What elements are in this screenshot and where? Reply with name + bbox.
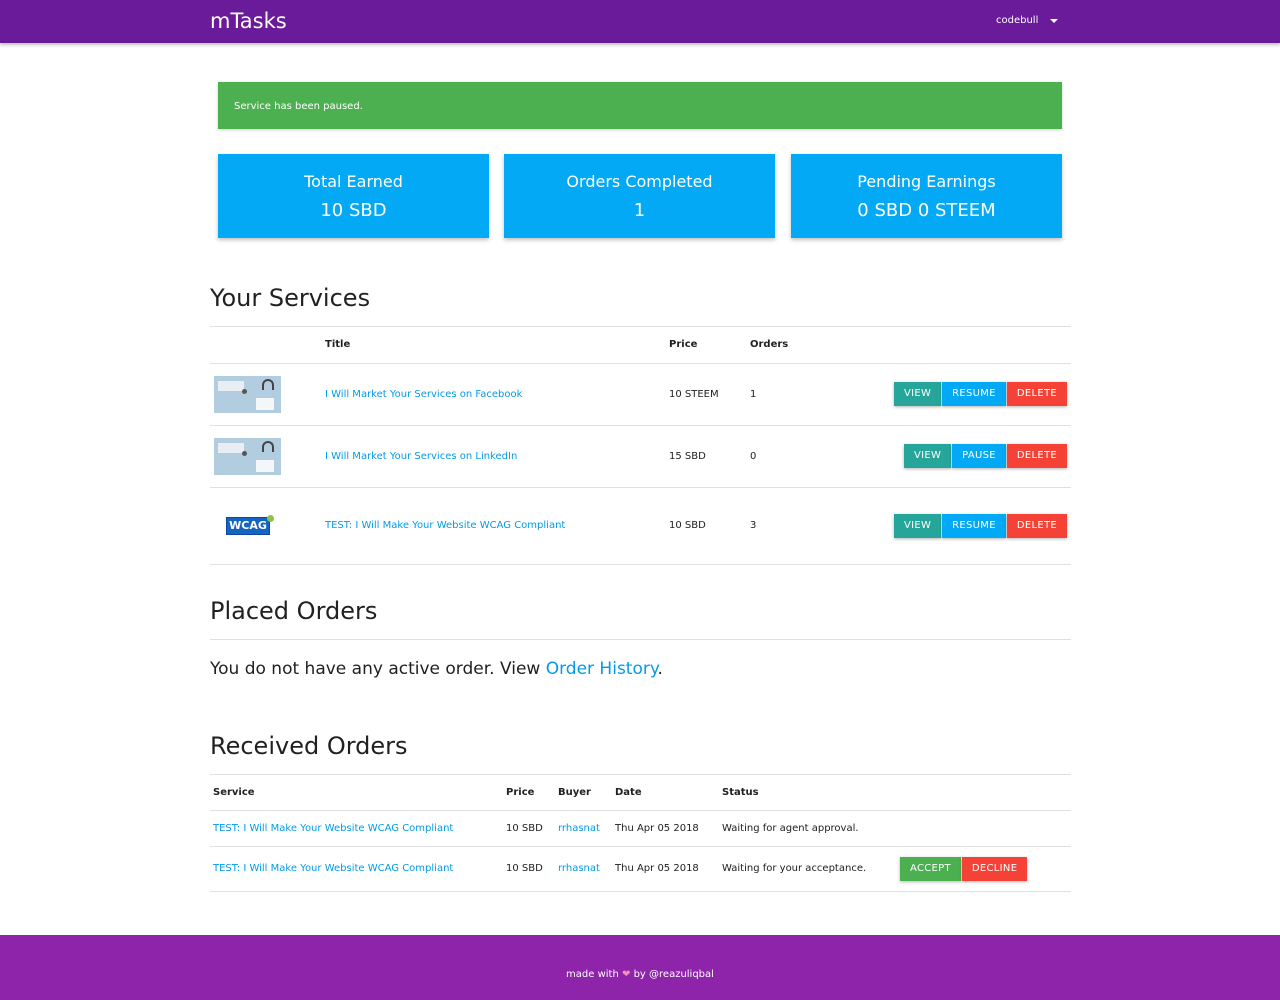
price-column-header: Price [669, 327, 750, 364]
table-row: TEST: I Will Make Your Website WCAG Comp… [210, 810, 1071, 847]
stat-card-orders-completed: Orders Completed 1 [504, 154, 775, 238]
table-row: TEST: I Will Make Your Website WCAG Comp… [210, 846, 1071, 892]
stat-card-total-earned: Total Earned 10 SBD [218, 154, 489, 238]
service-orders-count: 0 [750, 425, 830, 488]
no-active-orders-message: You do not have any active order. View O… [210, 659, 663, 679]
order-service-cell: TEST: I Will Make Your Website WCAG Comp… [210, 846, 506, 892]
username-label: codebull [996, 15, 1039, 26]
top-navbar: mTasks codebull [0, 0, 1280, 43]
orders-column-header: Orders [750, 327, 830, 364]
buyer-column-header: Buyer [558, 775, 615, 811]
caret-down-icon [1050, 18, 1059, 23]
stat-card-title: Pending Earnings [857, 172, 996, 191]
table-row: I Will Market Your Services on Facebook … [210, 363, 1071, 426]
heart-icon: ❤ [622, 969, 631, 980]
received-orders-heading: Received Orders [210, 732, 408, 760]
service-title-cell: I Will Market Your Services on LinkedIn [325, 425, 669, 488]
service-thumbnail-image[interactable] [214, 437, 281, 475]
status-column-header: Status [722, 775, 899, 811]
service-orders-count: 3 [750, 487, 830, 565]
order-service-link[interactable]: TEST: I Will Make Your Website WCAG Comp… [213, 823, 453, 834]
service-title-cell: I Will Market Your Services on Facebook [325, 363, 669, 426]
decline-button[interactable]: DECLINE [961, 856, 1028, 881]
delete-button[interactable]: DELETE [1006, 382, 1067, 406]
order-service-link[interactable]: TEST: I Will Make Your Website WCAG Comp… [213, 863, 453, 874]
service-title-link[interactable]: TEST: I Will Make Your Website WCAG Comp… [325, 520, 565, 531]
date-column-header: Date [615, 775, 722, 811]
wcag-logo-image[interactable]: WCAG [226, 514, 274, 535]
buyer-link[interactable]: rrhasnat [558, 863, 600, 874]
footer-prefix: made with [566, 969, 619, 980]
order-history-link[interactable]: Order History [546, 659, 658, 679]
actions-cell: VIEW RESUME DELETE [830, 363, 1071, 426]
order-price: 10 SBD [506, 810, 558, 847]
order-date: Thu Apr 05 2018 [615, 810, 722, 847]
stat-card-pending-earnings: Pending Earnings 0 SBD 0 STEEM [791, 154, 1062, 238]
order-status: Waiting for your acceptance. [722, 846, 899, 892]
brand-logo[interactable]: mTasks [210, 9, 287, 33]
service-price: 10 STEEM [669, 363, 750, 426]
order-status: Waiting for agent approval. [722, 810, 899, 847]
footer-credit: by @reazuliqbal [633, 969, 714, 980]
divider [210, 639, 1071, 640]
service-column-header: Service [210, 775, 506, 811]
table-row: WCAG TEST: I Will Make Your Website WCAG… [210, 487, 1071, 565]
placed-orders-heading: Placed Orders [210, 597, 378, 625]
delete-button[interactable]: DELETE [1006, 513, 1067, 538]
service-title-link[interactable]: I Will Market Your Services on Facebook [325, 389, 522, 400]
services-heading: Your Services [210, 284, 371, 312]
resume-button[interactable]: RESUME [942, 382, 1006, 406]
order-date: Thu Apr 05 2018 [615, 846, 722, 892]
service-orders-count: 1 [750, 363, 830, 426]
received-orders-table: Service Price Buyer Date Status TEST: I … [210, 775, 1071, 892]
page-footer: made with ❤ by @reazuliqbal [0, 935, 1280, 1000]
stat-card-title: Orders Completed [566, 172, 713, 191]
price-column-header: Price [506, 775, 558, 811]
order-service-cell: TEST: I Will Make Your Website WCAG Comp… [210, 810, 506, 847]
actions-column-header [830, 327, 1071, 364]
stat-card-value: 10 SBD [320, 200, 387, 221]
actions-cell: VIEW PAUSE DELETE [830, 425, 1071, 488]
service-title-cell: TEST: I Will Make Your Website WCAG Comp… [325, 487, 669, 565]
service-price: 10 SBD [669, 487, 750, 565]
user-menu-dropdown[interactable]: codebull [996, 15, 1059, 26]
actions-column-header [899, 775, 1071, 811]
accept-button[interactable]: ACCEPT [900, 856, 961, 881]
order-buyer-cell: rrhasnat [558, 810, 615, 847]
stat-card-value: 0 SBD 0 STEEM [857, 200, 996, 221]
stat-card-value: 1 [633, 200, 646, 221]
thumbnail-cell: WCAG [210, 487, 325, 565]
actions-cell: ACCEPT DECLINE [899, 846, 1071, 892]
service-price: 15 SBD [669, 425, 750, 488]
view-button[interactable]: VIEW [903, 444, 952, 468]
view-button[interactable]: VIEW [893, 382, 942, 406]
no-orders-suffix: . [657, 659, 663, 679]
status-alert: Service has been paused. [218, 82, 1062, 129]
service-thumbnail-image[interactable] [214, 375, 281, 413]
pause-button[interactable]: PAUSE [952, 444, 1006, 468]
buyer-link[interactable]: rrhasnat [558, 823, 600, 834]
wcag-logo-text: WCAG [229, 519, 267, 532]
title-column-header: Title [325, 327, 669, 364]
actions-cell: VIEW RESUME DELETE [830, 487, 1071, 565]
table-row: I Will Market Your Services on LinkedIn … [210, 425, 1071, 488]
no-orders-text: You do not have any active order. View [210, 659, 546, 679]
actions-cell [899, 810, 1071, 847]
thumbnail-column-header [210, 327, 325, 364]
stat-card-title: Total Earned [304, 172, 403, 191]
order-buyer-cell: rrhasnat [558, 846, 615, 892]
alert-message: Service has been paused. [234, 101, 363, 112]
thumbnail-cell [210, 425, 325, 488]
table-header-row: Title Price Orders [210, 327, 1071, 364]
thumbnail-cell [210, 363, 325, 426]
check-icon [267, 514, 274, 522]
service-title-link[interactable]: I Will Market Your Services on LinkedIn [325, 451, 517, 462]
order-price: 10 SBD [506, 846, 558, 892]
services-table: Title Price Orders I Will Market Your Se… [210, 327, 1071, 565]
table-header-row: Service Price Buyer Date Status [210, 775, 1071, 811]
view-button[interactable]: VIEW [893, 513, 942, 538]
resume-button[interactable]: RESUME [942, 513, 1006, 538]
delete-button[interactable]: DELETE [1006, 444, 1067, 468]
